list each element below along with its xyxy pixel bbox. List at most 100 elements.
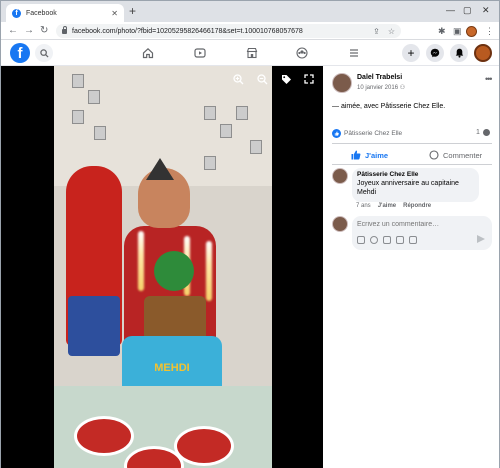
comment-actions: 7 ans J'aime Répondre — [356, 203, 431, 209]
profile-avatar[interactable] — [466, 26, 477, 37]
reactions-summary[interactable]: Pâtisserie Chez Elle — [332, 129, 402, 138]
close-tab-icon[interactable]: ✕ — [111, 9, 118, 18]
browser-window: f Facebook ✕ + — ▢ ✕ ← → ↻ facebook.com/… — [0, 0, 500, 468]
search-button[interactable] — [35, 44, 53, 62]
extensions-puzzle-icon[interactable]: ✱ — [438, 25, 446, 37]
bookmark-star-icon[interactable]: ☆ — [388, 27, 395, 36]
composer-avatar — [332, 216, 348, 232]
post-date[interactable]: 10 janvier 2016 ⚇ — [357, 84, 405, 91]
url-field[interactable]: facebook.com/photo/?fbid=102052958264661… — [56, 24, 401, 38]
zoom-in-icon[interactable] — [231, 72, 245, 86]
tab-strip: f Facebook ✕ + — ▢ ✕ — [1, 1, 499, 22]
facebook-logo-icon[interactable]: f — [10, 43, 30, 63]
minimize-icon[interactable]: — — [446, 4, 455, 16]
audience-friends-icon: ⚇ — [399, 85, 406, 91]
maximize-icon[interactable]: ▢ — [463, 4, 472, 16]
comment-author[interactable]: Pâtisserie Chez Elle — [357, 171, 474, 178]
create-plus-icon[interactable]: + — [402, 44, 420, 62]
notifications-bell-icon[interactable] — [450, 44, 468, 62]
party-hat — [146, 158, 174, 180]
address-bar-row: ← → ↻ facebook.com/photo/?fbid=102052958… — [1, 22, 499, 40]
comment-like-link[interactable]: J'aime — [378, 203, 396, 209]
fullscreen-icon[interactable] — [302, 72, 316, 86]
facebook-header: f + — [1, 40, 499, 66]
close-window-icon[interactable]: ✕ — [482, 4, 490, 16]
comment-count-icon — [482, 129, 490, 136]
groups-nav-icon[interactable] — [295, 46, 309, 60]
like-label: J'aime — [365, 150, 389, 160]
new-tab-button[interactable]: + — [129, 5, 136, 17]
cake-palm-decoration — [154, 251, 194, 291]
like-reaction-icon — [332, 129, 341, 138]
wall-photo-frame — [204, 106, 216, 120]
comment-composer[interactable] — [352, 216, 492, 250]
comment-count-text: 1 — [476, 129, 480, 136]
comment-input[interactable] — [357, 221, 482, 228]
search-icon — [39, 48, 49, 58]
post-author[interactable]: Dalel Trabelsi — [357, 74, 402, 81]
send-icon[interactable] — [477, 235, 485, 243]
gif-icon[interactable] — [396, 236, 404, 244]
composer-toolbar — [357, 236, 417, 244]
account-avatar[interactable] — [474, 44, 492, 62]
wall-photo-frame — [220, 124, 232, 138]
comment-button[interactable]: Commenter — [429, 149, 482, 161]
more-options-icon[interactable]: ••• — [485, 74, 493, 84]
lock-icon — [62, 25, 67, 34]
divider — [332, 143, 492, 144]
home-nav-icon[interactable] — [141, 46, 155, 60]
tag-icon[interactable] — [279, 72, 293, 86]
comment-text: Joyeux anniversaire au capitaine Mehdi — [357, 180, 459, 196]
messenger-icon[interactable] — [426, 44, 444, 62]
browser-tab[interactable]: f Facebook ✕ — [6, 4, 124, 22]
post-text-prefix: — aimée, avec — [332, 103, 381, 110]
back-icon[interactable]: ← — [8, 24, 18, 37]
wall-photo-frame — [94, 126, 106, 140]
browser-menu-icon[interactable]: ⋮ — [485, 25, 494, 37]
comment-reply-link[interactable]: Répondre — [403, 203, 431, 209]
thumbs-up-icon — [351, 150, 361, 160]
marketplace-nav-icon[interactable] — [245, 46, 259, 60]
party-plate — [74, 416, 134, 456]
child-spiderman-legs — [68, 296, 120, 356]
watch-nav-icon[interactable] — [193, 46, 207, 60]
comment-bubble: Pâtisserie Chez Elle Joyeux anniversaire… — [352, 168, 479, 202]
side-panel-icon[interactable]: ▣ — [453, 25, 462, 37]
zoom-out-icon[interactable] — [255, 72, 269, 86]
reactor-name: Pâtisserie Chez Elle — [344, 130, 403, 137]
comment-count[interactable]: 1 — [476, 129, 490, 136]
emoji-icon[interactable] — [370, 236, 378, 244]
post-photo[interactable]: MEHDI — [54, 66, 272, 468]
post-date-text: 10 janvier 2016 — [357, 85, 399, 91]
wall-photo-frame — [236, 106, 248, 120]
sticker-icon[interactable] — [409, 236, 417, 244]
wall-photo-frame — [72, 110, 84, 124]
comment-bubble-icon — [429, 150, 439, 160]
wall-photo-frame — [204, 156, 216, 170]
camera-icon[interactable] — [383, 236, 391, 244]
post-details-panel: Dalel Trabelsi 10 janvier 2016 ⚇ ••• — a… — [323, 66, 499, 468]
avatar-sticker-icon[interactable] — [357, 236, 365, 244]
forward-icon[interactable]: → — [24, 24, 34, 37]
post-text: — aimée, avec Pâtisserie Chez Elle. — [332, 103, 445, 110]
tab-title: Facebook — [26, 9, 57, 17]
url-text: facebook.com/photo/?fbid=102052958264661… — [72, 27, 303, 35]
facebook-favicon-icon: f — [12, 8, 21, 18]
tagged-page-link[interactable]: Pâtisserie Chez Elle — [381, 103, 444, 110]
post-text-suffix: . — [443, 103, 446, 110]
cake-name: MEHDI — [154, 362, 190, 374]
like-button[interactable]: J'aime — [351, 149, 388, 161]
share-icon[interactable]: ⇪ — [373, 27, 380, 36]
reload-icon[interactable]: ↻ — [40, 24, 48, 37]
wall-photo-frame — [72, 74, 84, 88]
wall-photo-frame — [250, 140, 262, 154]
wall-photo-frame — [88, 90, 100, 104]
photo-viewer: MEHDI — [1, 66, 323, 468]
author-avatar[interactable] — [332, 73, 352, 93]
menu-nav-icon[interactable] — [347, 46, 361, 60]
sparkler — [138, 231, 144, 291]
comment-time[interactable]: 7 ans — [356, 203, 371, 209]
sparkler — [206, 241, 212, 301]
divider — [332, 164, 492, 165]
commenter-avatar[interactable] — [332, 168, 348, 184]
